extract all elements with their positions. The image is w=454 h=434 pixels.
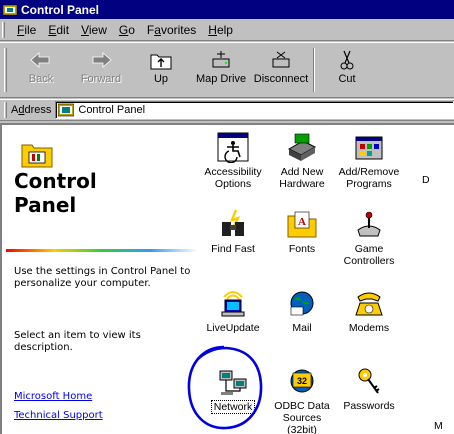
title-rule xyxy=(6,249,198,252)
fonts-folder-icon: A xyxy=(287,211,317,238)
item-label: LiveUpdate xyxy=(206,322,260,334)
page-title: Control Panel xyxy=(14,169,97,217)
disconnect-button[interactable]: Disconnect xyxy=(251,43,311,95)
map-drive-icon xyxy=(212,51,230,68)
game-controllers-item[interactable]: Game Controllers xyxy=(334,208,404,267)
menu-help[interactable]: Help xyxy=(202,23,239,37)
back-button[interactable]: Back xyxy=(11,43,71,95)
fonts-item[interactable]: A Fonts xyxy=(267,208,337,255)
address-input[interactable]: Control Panel xyxy=(55,101,454,119)
window-title: Control Panel xyxy=(21,2,100,17)
toolbar: Back Forward Up Map Drive Disconnect Cut xyxy=(0,42,454,98)
item-label: Modems xyxy=(348,322,390,334)
item-label: Add New Hardware xyxy=(279,166,325,190)
item-label: Game Controllers xyxy=(343,243,395,267)
network-computers-icon xyxy=(219,370,247,395)
passwords-item[interactable]: Passwords xyxy=(334,365,404,412)
svg-text:A: A xyxy=(298,216,306,228)
accessibility-icon xyxy=(217,132,249,163)
panel-hint: Select an item to view its description. xyxy=(14,330,141,353)
item-label: Passwords xyxy=(343,400,395,412)
cut-label: Cut xyxy=(338,73,356,85)
menu-file[interactable]: File xyxy=(11,23,42,37)
liveupdate-item[interactable]: LiveUpdate xyxy=(198,287,268,334)
programs-icon xyxy=(355,136,383,160)
address-label: Address xyxy=(11,104,52,116)
odbc-data-sources-item[interactable]: 32 ODBC Data Sources (32bit) xyxy=(267,365,337,434)
modems-item[interactable]: Modems xyxy=(334,287,404,334)
keys-icon xyxy=(358,368,380,394)
menu-go[interactable]: Go xyxy=(113,23,141,37)
item-label: ODBC Data Sources (32bit) xyxy=(274,400,330,434)
menu-bar: File Edit View Go Favorites Help xyxy=(0,19,454,41)
joystick-icon xyxy=(357,211,381,237)
up-label: Up xyxy=(153,73,169,85)
up-button[interactable]: Up xyxy=(131,43,191,95)
info-panel: Control Panel Use the settings in Contro… xyxy=(2,125,202,434)
menu-edit[interactable]: Edit xyxy=(42,23,75,37)
technical-support-link[interactable]: Technical Support xyxy=(14,410,103,421)
mail-globe-icon xyxy=(290,291,314,316)
title-bar[interactable]: Control Panel xyxy=(0,0,454,19)
item-label: Accessibility Options xyxy=(204,166,262,190)
address-value: Control Panel xyxy=(78,104,146,116)
disconnect-label: Disconnect xyxy=(253,73,309,85)
add-new-hardware-item[interactable]: Add New Hardware xyxy=(267,131,337,190)
map-drive-button[interactable]: Map Drive xyxy=(191,43,251,95)
cut-off-item-m[interactable]: M xyxy=(434,417,454,432)
back-label: Back xyxy=(28,73,54,85)
item-label: Fonts xyxy=(288,243,316,255)
back-arrow-icon xyxy=(30,52,50,68)
hardware-icon xyxy=(287,133,317,161)
menu-view[interactable]: View xyxy=(75,23,113,37)
scissors-icon xyxy=(340,50,354,70)
odbc-icon: 32 xyxy=(290,369,314,393)
content-area: Control Panel Use the settings in Contro… xyxy=(0,123,454,434)
network-item[interactable]: Network xyxy=(198,365,268,414)
forward-arrow-icon xyxy=(92,52,112,68)
binoculars-icon xyxy=(222,209,244,236)
menu-favorites[interactable]: Favorites xyxy=(141,23,202,37)
item-label: Add/Remove Programs xyxy=(338,166,400,190)
address-grip[interactable] xyxy=(4,102,7,118)
folder-up-icon xyxy=(150,54,172,70)
control-panel-small-icon xyxy=(58,103,75,117)
control-panel-large-icon xyxy=(21,144,53,168)
map-drive-label: Map Drive xyxy=(195,73,247,85)
forward-button[interactable]: Forward xyxy=(71,43,131,95)
svg-text:32: 32 xyxy=(297,376,307,386)
cut-button[interactable]: Cut xyxy=(317,43,377,95)
item-label: M xyxy=(434,420,443,432)
toolbar-separator xyxy=(313,48,315,92)
find-fast-item[interactable]: Find Fast xyxy=(198,208,268,255)
microsoft-home-link[interactable]: Microsoft Home xyxy=(14,391,92,402)
disconnect-drive-icon xyxy=(272,51,290,68)
add-remove-programs-item[interactable]: Add/Remove Programs xyxy=(334,131,404,190)
cut-off-item-d[interactable]: D xyxy=(422,171,452,186)
item-label: D xyxy=(422,174,430,186)
mail-item[interactable]: Mail xyxy=(267,287,337,334)
control-panel-icon xyxy=(3,4,17,15)
panel-description: Use the settings in Control Panel to per… xyxy=(14,266,191,289)
phone-modem-icon xyxy=(355,292,383,316)
menu-grip[interactable] xyxy=(2,21,5,38)
accessibility-options-item[interactable]: Accessibility Options xyxy=(198,131,268,190)
item-label: Network xyxy=(210,400,256,414)
liveupdate-icon xyxy=(221,291,245,317)
item-label: Mail xyxy=(292,322,312,334)
address-bar: Address Control Panel xyxy=(0,99,454,121)
item-label: Find Fast xyxy=(211,243,255,255)
forward-label: Forward xyxy=(80,73,122,85)
toolbar-grip[interactable] xyxy=(4,48,7,92)
